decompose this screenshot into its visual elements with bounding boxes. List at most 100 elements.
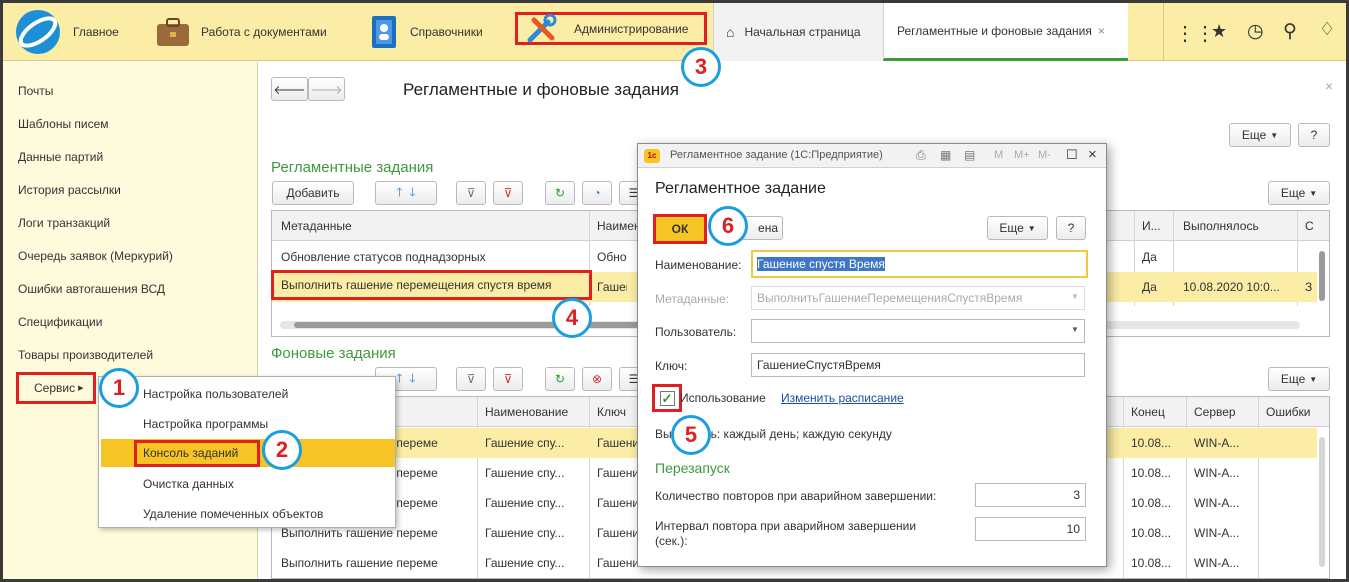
arrow-down-icon: 🡓 [409,184,416,199]
bg-cancel-button[interactable]: ⊗ [582,367,612,391]
ok-button[interactable]: ОК [653,214,707,244]
stop-icon: ⊗ [591,372,603,386]
section-administration[interactable]: Администрирование [515,12,707,45]
sidebar-item-history[interactable]: История рассылки [18,183,121,197]
sidebar-item-batches[interactable]: Данные партий [18,150,103,164]
close-icon[interactable]: × [1098,24,1105,38]
use-label[interactable]: Использование [680,391,766,405]
arrow-down-icon: 🡓 [409,370,416,385]
memory-plus-icon[interactable]: M+ [1014,149,1030,161]
sidebar-item-queue[interactable]: Очередь заявок (Меркурий) [18,249,173,263]
menu-item-program-settings[interactable]: Настройка программы [143,417,268,431]
section-documents[interactable]: Работа с документами [155,3,355,61]
tab-scheduled-jobs[interactable]: Регламентные и фоновые задания × [883,3,1128,61]
col-bg-key[interactable]: Ключ [597,405,626,419]
section-documents-label: Работа с документами [201,25,327,39]
service-menu[interactable]: Сервис ▶ [16,372,96,404]
schedule-button[interactable]: ◔ [582,181,612,205]
sidebar-item-logs[interactable]: Логи транзакций [18,216,110,230]
bg-vertical-scrollbar[interactable] [1319,437,1325,567]
col-bg-end[interactable]: Конец [1131,405,1165,419]
bg-more-button[interactable]: Еще ▼ [1268,367,1330,391]
vertical-scrollbar[interactable] [1319,251,1325,301]
main-help-button[interactable]: ? [1298,123,1330,147]
memory-minus-icon[interactable]: M- [1038,149,1051,161]
checkmark-icon: ✓ [659,390,675,406]
col-metadata[interactable]: Метаданные [281,219,352,233]
section-main[interactable]: Главное [13,3,148,61]
retry-count-input[interactable]: 3 [975,483,1086,507]
back-button[interactable]: 🡐 [271,77,308,101]
bg-refresh-button[interactable]: ↻ [545,367,575,391]
col-bg-name[interactable]: Наименование [485,405,568,419]
menu-item-job-console[interactable]: Консоль заданий [134,440,260,467]
star-icon[interactable]: ★ [1211,21,1227,42]
section-catalogs[interactable]: Справочники [368,3,508,61]
page-title: Регламентные и фоновые задания [403,80,679,99]
close-page-icon[interactable]: × [1325,78,1333,94]
main-more-button[interactable]: Еще ▼ [1229,123,1291,147]
move-up-down-buttons[interactable]: 🡑 🡓 [375,181,437,205]
arrow-right-icon: 🡒 [310,82,343,97]
filter-button[interactable]: ⊽ [456,181,486,205]
memory-icon[interactable]: M [994,149,1003,161]
print-icon[interactable]: ⎙ [916,148,926,163]
clear-filter-button[interactable]: ⊽ [493,181,523,205]
name-input[interactable]: Гашение спустя Время [751,250,1088,278]
dialog-heading: Регламентное задание [655,180,826,197]
history-icon[interactable]: ◷ [1247,20,1264,43]
row-name: Гашение спу... [485,556,565,570]
row-name: Гашение спу... [485,526,565,540]
col-status[interactable]: С [1305,219,1314,233]
dialog-titlebar: 1c Регламентное задание (1С:Предприятие)… [638,144,1106,168]
col-use[interactable]: И... [1142,219,1161,233]
arrow-left-icon: 🡐 [273,82,306,97]
sidebar-item-mail[interactable]: Почты [18,84,53,98]
search-icon[interactable]: ⚲ [1283,20,1297,43]
dialog-close-icon[interactable]: × [1088,146,1097,163]
bg-filter-button[interactable]: ⊽ [456,367,486,391]
table-icon[interactable]: ▦ [940,148,951,162]
service-menu-label: Сервис [34,381,76,395]
arrow-up-icon: 🡑 [396,370,403,385]
calendar-icon[interactable]: ▤ [964,148,975,162]
maximize-icon[interactable]: ☐ [1066,147,1078,163]
sidebar-item-errors[interactable]: Ошибки автогашения ВСД [18,282,165,296]
row-key: Гашени [597,496,640,510]
scheduled-more-label: Еще [1280,186,1306,200]
col-executed[interactable]: Выполнялось [1183,219,1259,233]
user-input[interactable] [751,319,1085,343]
row-meta: Обновление статусов поднадзорных [281,250,486,264]
refresh-button[interactable]: ↻ [545,181,575,205]
section-administration-label: Администрирование [574,21,689,36]
menu-item-user-settings[interactable]: Настройка пользователей [143,387,288,401]
bg-more-label: Еще [1280,372,1306,386]
sidebar-item-products[interactable]: Товары производителей [18,348,153,362]
highlighted-row-metadata[interactable]: Выполнить гашение перемещения спустя вре… [271,270,592,300]
key-input[interactable]: ГашениеСпустяВремя [751,353,1085,377]
forward-button[interactable]: 🡒 [308,77,345,101]
scheduled-add-button[interactable]: Добавить [272,181,354,205]
dialog-more-button[interactable]: Еще ▼ [987,216,1048,240]
service-submenu: Настройка пользователей Настройка програ… [98,376,396,528]
apps-grid-icon[interactable]: ⋮⋮ [1175,21,1215,46]
user-dropdown-icon[interactable]: ▼ [1071,325,1079,334]
row-status: З [1305,280,1313,294]
row-server: WIN-A... [1194,496,1240,510]
dialog-help-button[interactable]: ? [1056,216,1086,240]
col-bg-server[interactable]: Сервер [1194,405,1236,419]
menu-item-cleanup[interactable]: Очистка данных [143,477,234,491]
sidebar-item-templates[interactable]: Шаблоны писем [18,117,109,131]
sidebar-item-specs[interactable]: Спецификации [18,315,102,329]
change-schedule-link[interactable]: Изменить расписание [781,391,904,405]
tab-home[interactable]: ⌂ Начальная страница [713,3,883,61]
bell-icon[interactable]: ♢ [1319,19,1335,40]
step-badge-2: 2 [262,430,302,470]
row-end: 10.08... [1131,526,1172,540]
scheduled-more-button[interactable]: Еще ▼ [1268,181,1330,205]
menu-item-delete-marked[interactable]: Удаление помеченных объектов [143,507,323,521]
bg-clear-filter-button[interactable]: ⊽ [493,367,523,391]
use-checkbox[interactable]: ✓ [652,384,682,412]
retry-interval-input[interactable]: 10 [975,517,1086,541]
col-bg-errors[interactable]: Ошибки [1266,405,1311,419]
